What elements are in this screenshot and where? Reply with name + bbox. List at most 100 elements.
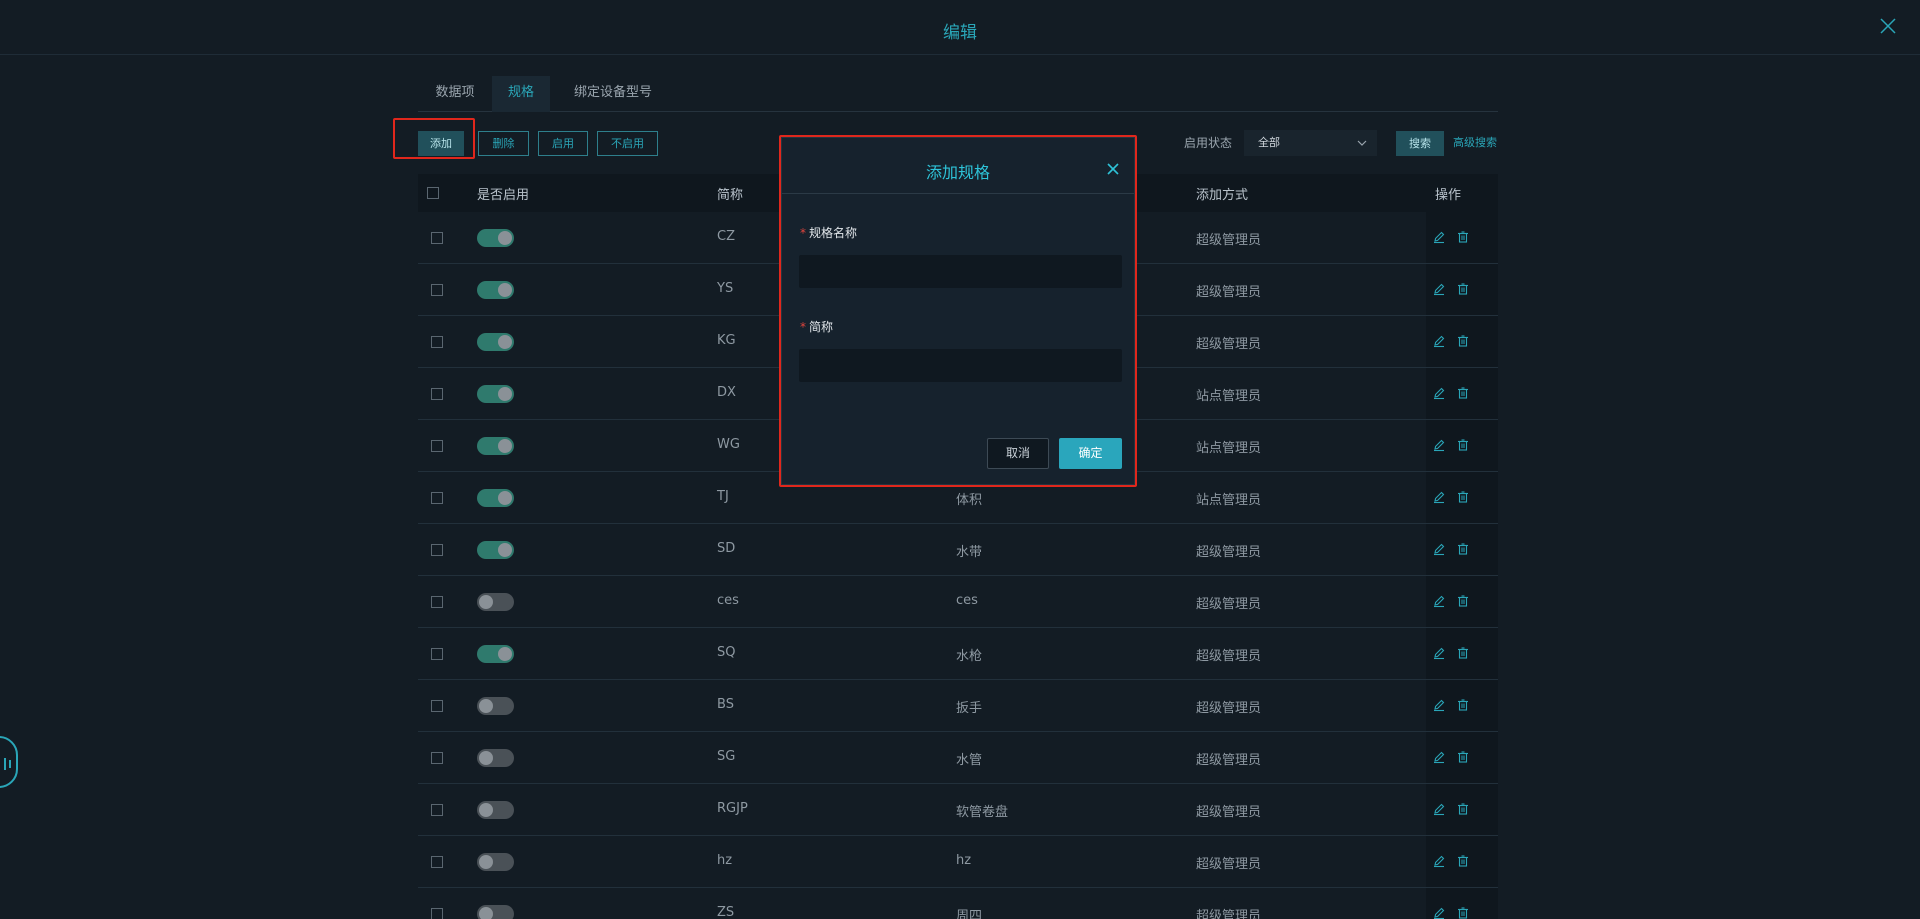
- enabled-toggle[interactable]: [477, 905, 514, 919]
- trash-icon[interactable]: [1456, 438, 1470, 452]
- enabled-toggle[interactable]: [477, 801, 514, 819]
- row-checkbox[interactable]: [431, 492, 443, 504]
- toggle-knob: [479, 855, 493, 869]
- trash-icon[interactable]: [1456, 802, 1470, 816]
- status-filter-select[interactable]: 全部: [1244, 130, 1377, 156]
- close-icon[interactable]: [1878, 16, 1898, 36]
- disable-button[interactable]: 不启用: [597, 131, 658, 156]
- row-checkbox[interactable]: [431, 700, 443, 712]
- trash-icon[interactable]: [1456, 230, 1470, 244]
- cell-add-method: 超级管理员: [1196, 701, 1262, 716]
- edit-icon[interactable]: [1432, 386, 1446, 400]
- cell-name: 扳手: [956, 701, 983, 716]
- toggle-knob: [479, 803, 493, 817]
- search-button[interactable]: 搜索: [1396, 131, 1444, 156]
- cell-abbr: CZ: [717, 229, 735, 244]
- enabled-toggle[interactable]: [477, 333, 514, 351]
- enabled-toggle[interactable]: [477, 645, 514, 663]
- page-title: 编辑: [943, 23, 977, 43]
- edit-icon[interactable]: [1432, 854, 1446, 868]
- ops-cell: [1426, 888, 1498, 919]
- row-checkbox[interactable]: [431, 804, 443, 816]
- trash-icon[interactable]: [1456, 906, 1470, 919]
- edit-icon[interactable]: [1432, 906, 1446, 919]
- trash-icon[interactable]: [1456, 542, 1470, 556]
- cell-abbr: KG: [717, 333, 736, 348]
- toggle-knob: [498, 335, 512, 349]
- edit-icon[interactable]: [1432, 438, 1446, 452]
- tab-spec[interactable]: 规格: [492, 76, 550, 112]
- ops-cell: [1426, 472, 1498, 523]
- edit-icon[interactable]: [1432, 282, 1446, 296]
- cell-abbr: SD: [717, 541, 736, 556]
- edit-icon[interactable]: [1432, 542, 1446, 556]
- trash-icon[interactable]: [1456, 646, 1470, 660]
- edit-icon[interactable]: [1432, 334, 1446, 348]
- row-checkbox[interactable]: [431, 752, 443, 764]
- toggle-knob: [479, 595, 493, 609]
- tab-data-items[interactable]: 数据项: [418, 76, 492, 112]
- edit-icon[interactable]: [1432, 750, 1446, 764]
- row-checkbox[interactable]: [431, 440, 443, 452]
- delete-button[interactable]: 删除: [478, 131, 529, 156]
- trash-icon[interactable]: [1456, 490, 1470, 504]
- cell-abbr: YS: [717, 281, 734, 296]
- edit-icon[interactable]: [1432, 802, 1446, 816]
- floating-assistant-button[interactable]: [0, 736, 18, 788]
- highlight-box-modal: [779, 135, 1137, 487]
- main-content: 数据项 规格 绑定设备型号 添加 删除 启用 不启用 启用状态 全部 搜索 高级…: [418, 76, 1498, 919]
- toggle-knob: [498, 543, 512, 557]
- edit-icon[interactable]: [1432, 594, 1446, 608]
- cell-abbr: hz: [717, 853, 733, 868]
- enabled-toggle[interactable]: [477, 489, 514, 507]
- edit-icon[interactable]: [1432, 646, 1446, 660]
- row-checkbox[interactable]: [431, 284, 443, 296]
- edit-icon[interactable]: [1432, 698, 1446, 712]
- enabled-toggle[interactable]: [477, 853, 514, 871]
- trash-icon[interactable]: [1456, 750, 1470, 764]
- enabled-toggle[interactable]: [477, 541, 514, 559]
- cell-name: 水管: [956, 753, 983, 768]
- cell-name: 体积: [956, 493, 983, 508]
- trash-icon[interactable]: [1456, 282, 1470, 296]
- highlight-box-add: [393, 118, 475, 159]
- table-row: ces ces 超级管理员: [418, 576, 1498, 628]
- trash-icon[interactable]: [1456, 386, 1470, 400]
- cell-add-method: 超级管理员: [1196, 649, 1262, 664]
- enabled-toggle[interactable]: [477, 281, 514, 299]
- advanced-search-link[interactable]: 高级搜索: [1453, 134, 1497, 150]
- enabled-toggle[interactable]: [477, 437, 514, 455]
- trash-icon[interactable]: [1456, 854, 1470, 868]
- enable-button[interactable]: 启用: [538, 131, 588, 156]
- cell-name: hz: [956, 853, 972, 868]
- ops-cell: [1426, 264, 1498, 315]
- enabled-toggle[interactable]: [477, 385, 514, 403]
- toggle-knob: [498, 491, 512, 505]
- row-checkbox[interactable]: [431, 336, 443, 348]
- table-row: hz hz 超级管理员: [418, 836, 1498, 888]
- table-row: SG 水管 超级管理员: [418, 732, 1498, 784]
- trash-icon[interactable]: [1456, 698, 1470, 712]
- row-checkbox[interactable]: [431, 856, 443, 868]
- enabled-toggle[interactable]: [477, 697, 514, 715]
- select-all-checkbox[interactable]: [427, 187, 439, 199]
- ops-cell: [1426, 524, 1498, 575]
- row-checkbox[interactable]: [431, 232, 443, 244]
- table-row: BS 扳手 超级管理员: [418, 680, 1498, 732]
- assistant-icon-bar: [4, 758, 6, 770]
- edit-icon[interactable]: [1432, 490, 1446, 504]
- row-checkbox[interactable]: [431, 596, 443, 608]
- toggle-knob: [498, 283, 512, 297]
- trash-icon[interactable]: [1456, 334, 1470, 348]
- trash-icon[interactable]: [1456, 594, 1470, 608]
- edit-icon[interactable]: [1432, 230, 1446, 244]
- enabled-toggle[interactable]: [477, 593, 514, 611]
- row-checkbox[interactable]: [431, 648, 443, 660]
- tab-bind-device-model[interactable]: 绑定设备型号: [554, 76, 672, 112]
- cell-name: 周四: [956, 909, 983, 919]
- enabled-toggle[interactable]: [477, 749, 514, 767]
- enabled-toggle[interactable]: [477, 229, 514, 247]
- row-checkbox[interactable]: [431, 388, 443, 400]
- row-checkbox[interactable]: [431, 544, 443, 556]
- row-checkbox[interactable]: [431, 908, 443, 919]
